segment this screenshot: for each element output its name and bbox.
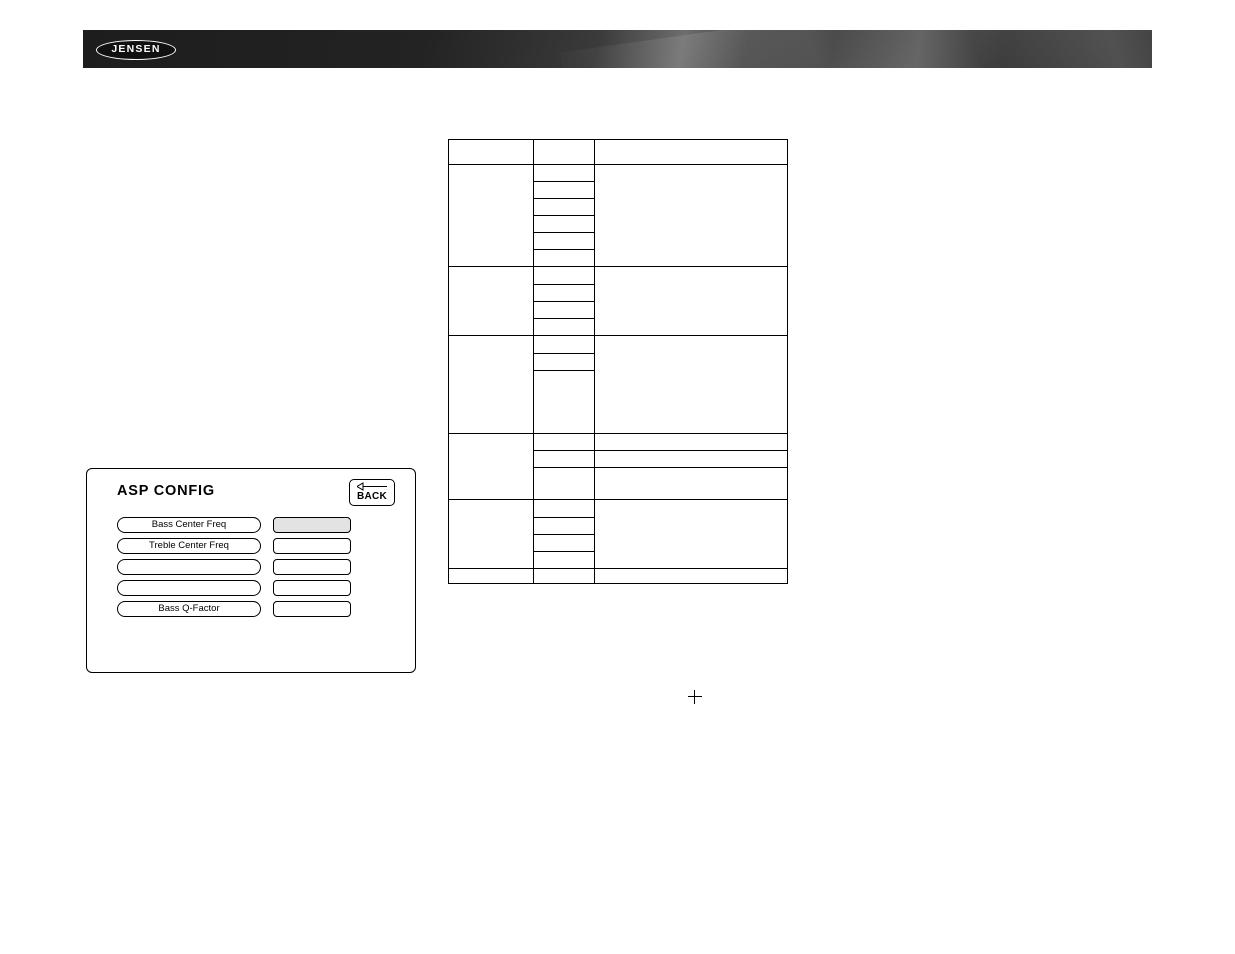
table-option-cell (533, 215, 595, 233)
table-option-cell (533, 318, 595, 336)
table-row (448, 266, 788, 336)
asp-row-value-button[interactable] (273, 538, 351, 554)
table-option-cell (533, 534, 595, 552)
asp-config-row: Bass Q-Factor (117, 601, 389, 617)
table-group-label (448, 266, 534, 336)
asp-row-label-button[interactable]: Treble Center Freq (117, 538, 261, 554)
table-description-cell (594, 568, 788, 584)
table-description-cell (594, 164, 788, 267)
table-group-label (448, 433, 534, 500)
table-group-label (448, 335, 534, 434)
table-option-cell (533, 198, 595, 216)
page-header-banner (83, 30, 1152, 68)
asp-row-value-button[interactable] (273, 580, 351, 596)
banner-swoosh-decoration (560, 30, 1152, 68)
asp-row-value-button[interactable] (273, 559, 351, 575)
table-option-cell (533, 164, 595, 182)
asp-config-row (117, 580, 389, 596)
table-header-cell-b (533, 139, 595, 165)
table-description-cell (594, 450, 788, 468)
table-option-cell (533, 353, 595, 371)
table-option-cell (533, 335, 595, 354)
table-group-label (448, 499, 534, 569)
table-option-cell (533, 433, 595, 451)
table-description-cell (594, 266, 788, 336)
table-row (448, 335, 788, 434)
table-group-label (448, 568, 534, 584)
asp-row-value-button[interactable] (273, 517, 351, 533)
asp-row-label-button[interactable] (117, 559, 261, 575)
table-option-cell (533, 568, 595, 584)
table-description-cell (594, 335, 788, 434)
settings-table (448, 139, 788, 584)
table-description-cell (594, 499, 788, 569)
crop-cross-icon (688, 690, 702, 704)
table-option-cell (533, 232, 595, 250)
table-option-cell (533, 284, 595, 302)
asp-config-title: ASP CONFIG (117, 483, 215, 499)
table-description-cell (594, 433, 788, 451)
table-option-cell (533, 266, 595, 285)
jensen-logo: JENSEN (96, 40, 176, 60)
table-header-cell-a (448, 139, 534, 165)
asp-config-row (117, 559, 389, 575)
table-option-cell (533, 370, 595, 434)
asp-config-panel: ASP CONFIG BACK Bass Center Freq Treble … (86, 468, 416, 673)
table-option-cell (533, 551, 595, 569)
back-button-label: BACK (356, 491, 388, 502)
table-header-row (448, 139, 788, 165)
back-arrow-row (350, 480, 394, 491)
table-option-cell (533, 467, 595, 500)
table-row (448, 568, 788, 584)
asp-row-label-button[interactable] (117, 580, 261, 596)
asp-row-label-button[interactable]: Bass Center Freq (117, 517, 261, 533)
asp-config-row: Bass Center Freq (117, 517, 389, 533)
asp-config-row: Treble Center Freq (117, 538, 389, 554)
table-option-cell (533, 450, 595, 468)
table-row (448, 433, 788, 500)
table-option-cell (533, 249, 595, 267)
asp-row-value-button[interactable] (273, 601, 351, 617)
asp-config-row-list: Bass Center Freq Treble Center Freq Bass… (117, 517, 389, 622)
table-row (448, 164, 788, 267)
table-row (448, 499, 788, 569)
asp-row-label-button[interactable]: Bass Q-Factor (117, 601, 261, 617)
table-description-cell (594, 467, 788, 500)
back-button[interactable]: BACK (349, 479, 395, 506)
left-arrow-icon (357, 482, 387, 491)
table-option-cell (533, 517, 595, 535)
table-option-cell (533, 181, 595, 199)
table-header-cell-c (594, 139, 788, 165)
table-option-cell (533, 301, 595, 319)
table-group-label (448, 164, 534, 267)
table-option-cell (533, 499, 595, 518)
